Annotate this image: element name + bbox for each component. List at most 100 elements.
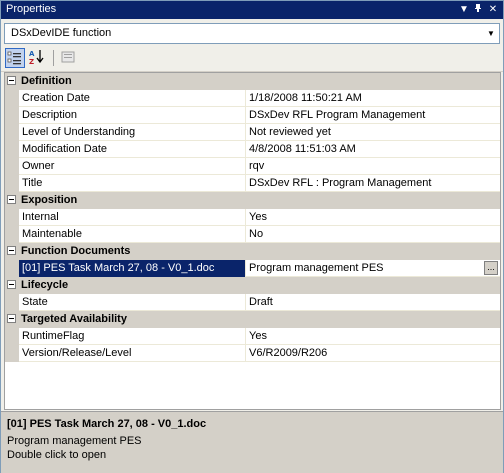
object-selector[interactable]: DSxDevIDE function ▼	[4, 23, 500, 44]
property-row[interactable]: Modification Date 4/8/2008 11:51:03 AM	[5, 141, 500, 158]
property-pages-icon	[61, 51, 75, 63]
column-divider	[245, 294, 246, 311]
column-divider	[245, 328, 246, 345]
property-name: Modification Date	[22, 143, 107, 155]
property-value[interactable]: V6/R2009/R206	[249, 345, 495, 362]
column-divider	[245, 260, 246, 277]
svg-text:A: A	[29, 50, 35, 58]
sort-alphabetical-icon: A Z	[29, 50, 44, 66]
collapse-icon[interactable]	[7, 314, 16, 323]
property-name: Maintenable	[22, 228, 82, 240]
column-divider	[245, 124, 246, 141]
properties-window: Properties ▼ ✕ DSxDevIDE function ▼ A Z	[0, 0, 504, 473]
property-grid: Definition Creation Date 1/18/2008 11:50…	[4, 72, 501, 410]
category-lifecycle[interactable]: Lifecycle	[5, 277, 500, 294]
collapse-icon[interactable]	[7, 246, 16, 255]
property-row-selected[interactable]: [01] PES Task March 27, 08 - V0_1.doc Pr…	[5, 260, 500, 277]
property-value[interactable]: DSxDev RFL : Program Management	[249, 175, 495, 192]
property-row[interactable]: Version/Release/Level V6/R2009/R206	[5, 345, 500, 362]
column-divider	[245, 175, 246, 192]
category-label: Targeted Availability	[21, 313, 127, 325]
description-text: Program management PES	[7, 435, 142, 447]
property-row[interactable]: RuntimeFlag Yes	[5, 328, 500, 345]
collapse-icon[interactable]	[7, 195, 16, 204]
category-label: Lifecycle	[21, 279, 69, 291]
row-gutter	[5, 158, 19, 175]
property-pages-button[interactable]	[59, 48, 79, 68]
row-gutter	[5, 260, 19, 277]
pin-icon[interactable]	[471, 3, 485, 17]
row-gutter	[5, 107, 19, 124]
alphabetical-button[interactable]: A Z	[28, 48, 48, 68]
property-row[interactable]: Level of Understanding Not reviewed yet	[5, 124, 500, 141]
row-gutter	[5, 90, 19, 107]
property-row[interactable]: Internal Yes	[5, 209, 500, 226]
object-selector-value: DSxDevIDE function	[11, 27, 112, 39]
collapse-icon[interactable]	[7, 76, 16, 85]
categorized-button[interactable]	[5, 48, 25, 68]
property-value[interactable]: Program management PES	[249, 260, 495, 277]
column-divider	[245, 209, 246, 226]
close-icon[interactable]: ✕	[486, 3, 500, 17]
property-name: Internal	[22, 211, 59, 223]
collapse-icon[interactable]	[7, 280, 16, 289]
property-value[interactable]: Draft	[249, 294, 495, 311]
property-value[interactable]: rqv	[249, 158, 495, 175]
property-value[interactable]: 1/18/2008 11:50:21 AM	[249, 90, 495, 107]
property-name: Owner	[22, 160, 55, 172]
row-gutter	[5, 124, 19, 141]
category-exposition[interactable]: Exposition	[5, 192, 500, 209]
titlebar: Properties ▼ ✕	[1, 1, 503, 19]
column-divider	[245, 90, 246, 107]
categorized-icon	[7, 51, 21, 65]
property-name: [01] PES Task March 27, 08 - V0_1.doc	[19, 260, 245, 277]
window-title: Properties	[6, 3, 57, 15]
property-name: Version/Release/Level	[22, 347, 132, 359]
row-gutter	[5, 141, 19, 158]
property-row[interactable]: State Draft	[5, 294, 500, 311]
row-gutter	[5, 209, 19, 226]
property-value[interactable]: DSxDev RFL Program Management	[249, 107, 495, 124]
property-value[interactable]: No	[249, 226, 495, 243]
description-title: [01] PES Task March 27, 08 - V0_1.doc	[7, 418, 207, 430]
row-gutter	[5, 328, 19, 345]
property-value[interactable]: 4/8/2008 11:51:03 AM	[249, 141, 495, 158]
row-gutter	[5, 345, 19, 362]
category-targeted-availability[interactable]: Targeted Availability	[5, 311, 500, 328]
category-label: Function Documents	[21, 245, 131, 257]
property-name: Level of Understanding	[22, 126, 136, 138]
description-pane: [01] PES Task March 27, 08 - V0_1.doc Pr…	[1, 411, 503, 473]
property-value[interactable]: Yes	[249, 209, 495, 226]
category-label: Exposition	[21, 194, 78, 206]
description-hint: Double click to open	[7, 449, 107, 461]
property-name: RuntimeFlag	[22, 330, 85, 342]
property-row[interactable]: Description DSxDev RFL Program Managemen…	[5, 107, 500, 124]
chevron-down-icon[interactable]: ▼	[483, 24, 499, 43]
category-label: Definition	[21, 75, 72, 87]
property-row[interactable]: Maintenable No	[5, 226, 500, 243]
row-gutter	[5, 294, 19, 311]
column-divider	[245, 345, 246, 362]
ellipsis-button[interactable]: ...	[484, 261, 498, 275]
property-row[interactable]: Creation Date 1/18/2008 11:50:21 AM	[5, 90, 500, 107]
column-divider	[245, 141, 246, 158]
row-gutter	[5, 226, 19, 243]
column-divider	[245, 226, 246, 243]
toolbar-separator	[53, 50, 54, 66]
row-gutter	[5, 175, 19, 192]
property-name: State	[22, 296, 48, 308]
property-name: Description	[22, 109, 78, 121]
property-name: Title	[22, 177, 43, 189]
property-row[interactable]: Owner rqv	[5, 158, 500, 175]
svg-text:Z: Z	[29, 58, 34, 66]
toolbar: A Z	[1, 45, 503, 72]
column-divider	[245, 107, 246, 124]
column-divider	[245, 158, 246, 175]
dropdown-arrow-icon[interactable]: ▼	[457, 3, 471, 17]
property-row[interactable]: Title DSxDev RFL : Program Management	[5, 175, 500, 192]
property-value[interactable]: Yes	[249, 328, 495, 345]
property-value[interactable]: Not reviewed yet	[249, 124, 495, 141]
category-definition[interactable]: Definition	[5, 73, 500, 90]
property-name: Creation Date	[22, 92, 90, 104]
category-function-documents[interactable]: Function Documents	[5, 243, 500, 260]
